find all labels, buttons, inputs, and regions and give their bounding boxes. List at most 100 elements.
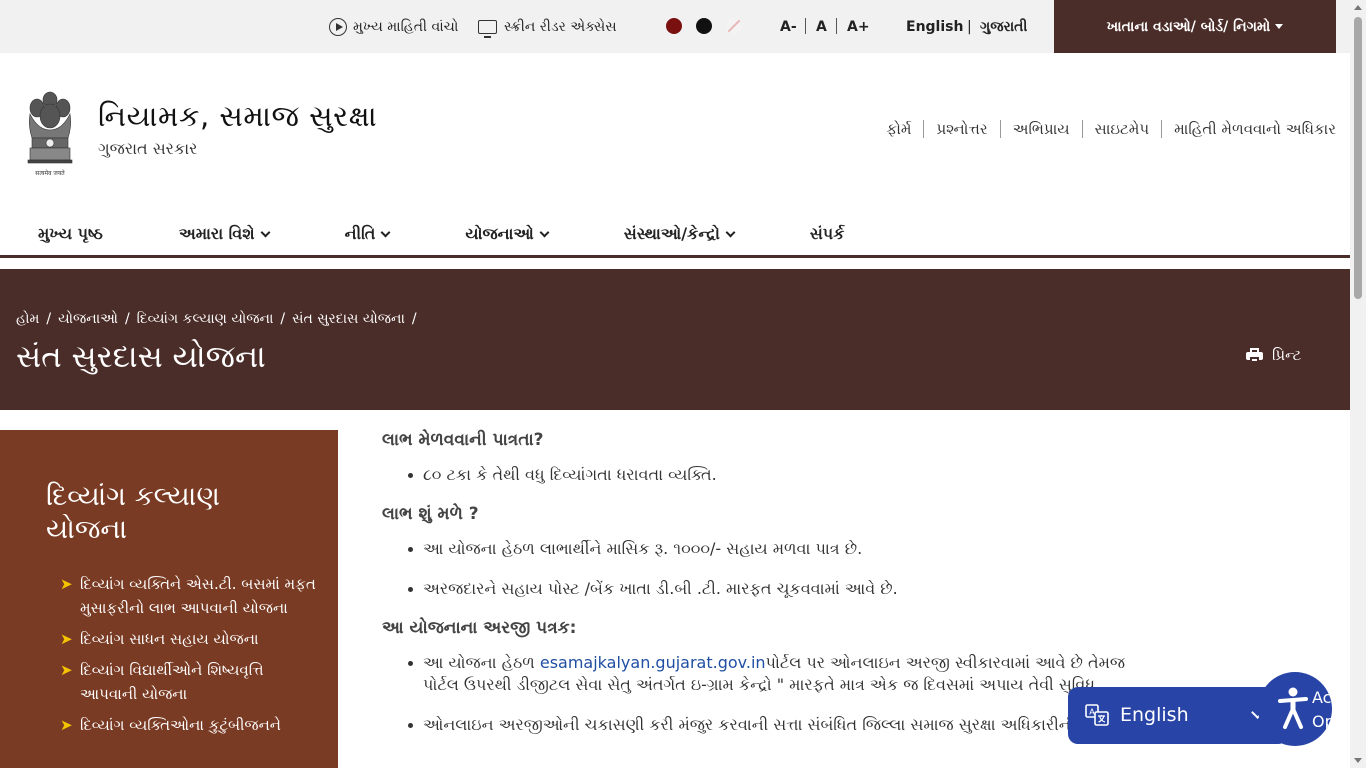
nav-home-label: મુખ્ય પૃષ્ઠ <box>38 224 103 243</box>
breadcrumb-separator: / <box>124 311 130 327</box>
application-text-prefix: આ યોજના હેઠળ <box>423 653 540 672</box>
language-separator: | <box>967 18 972 35</box>
contrast-theme-black[interactable] <box>696 18 712 34</box>
application-text-line2: પોર્ટલ ઉપરથી ડીજીટલ સેવા સેતુ અંતર્ગત ઇ-… <box>423 675 1095 694</box>
sidebar-item-label: દિવ્યાંગ સાધન સહાય યોજના <box>80 630 259 648</box>
font-normal-button[interactable]: A <box>816 0 827 53</box>
arrow-right-icon: ➤ <box>60 661 73 679</box>
nav-policy[interactable]: નીતિ <box>327 224 408 244</box>
sidebar-item-equipment-aid[interactable]: ➤ દિવ્યાંગ સાધન સહાય યોજના <box>60 627 322 651</box>
arrow-right-icon: ➤ <box>60 575 73 593</box>
accessibility-label: Ac Op <box>1312 686 1332 734</box>
language-english-link[interactable]: English <box>906 0 963 53</box>
breadcrumb-divyang-welfare[interactable]: દિવ્યાંગ કલ્યાણ યોજના <box>137 311 274 327</box>
screen-reader-label: સ્ક્રીન રીડર એક્સેસ <box>504 18 617 35</box>
breadcrumb-separator: / <box>411 311 417 327</box>
breadcrumb-separator: / <box>46 311 52 327</box>
translate-icon: A <box>1085 704 1109 726</box>
list-item: અરજદારને સહાય પોસ્ટ /બેંક ખાતા ડી.બી .ટી… <box>382 578 1282 600</box>
sidebar-title: દિવ્યાંગ કલ્યાણ યોજના <box>46 481 220 545</box>
emblem-caption: सत्यमेव जयते <box>35 169 65 177</box>
departments-dropdown-button[interactable]: ખાતાના વડાઓ/ બોર્ડ/ નિગમો <box>1054 0 1336 53</box>
breadcrumb-current: સંત સુરદાસ યોજના <box>292 311 405 327</box>
listen-label: મુખ્ય માહિતી વાંચો <box>353 18 459 35</box>
nav-institutions[interactable]: સંસ્થાઓ/કેન્દ્રો <box>606 224 752 244</box>
translate-language-selector[interactable]: A English <box>1068 687 1288 744</box>
scroll-down-arrow-icon[interactable] <box>1354 758 1362 763</box>
site-subtitle: ગુજરાત સરકાર <box>98 139 198 158</box>
sidebar-item-scholarship[interactable]: ➤ દિવ્યાંગ વિદ્યાર્થીઓને શિષ્યવૃત્તિ આપવ… <box>60 658 322 706</box>
sidebar-item-free-bus-travel[interactable]: ➤ દિવ્યાંગ વ્યક્તિને એસ.ટી. બસમાં મફત મુ… <box>60 572 322 620</box>
quick-link-rti[interactable]: માહિતી મેળવવાનો અધિકાર <box>1162 120 1336 138</box>
sidebar-item-label: દિવ્યાંગ વ્યક્તિને એસ.ટી. બસમાં મફત મુસા… <box>80 575 316 617</box>
accessibility-label-line1: Ac <box>1312 688 1332 707</box>
application-heading: આ યોજનાના અરજી પત્રક: <box>382 618 577 638</box>
arrow-right-icon: ➤ <box>60 716 73 734</box>
accessibility-options-button[interactable]: Ac Op <box>1258 672 1332 746</box>
print-label: પ્રિન્ટ <box>1272 346 1302 364</box>
nav-about[interactable]: અમારા વિશે <box>161 224 287 244</box>
font-decrease-button[interactable]: A- <box>780 0 797 53</box>
list-item: આ યોજના હેઠળ લાભાર્થીને માસિક રૂ. ૧૦૦૦/-… <box>382 538 1282 560</box>
page-banner: હોમ / યોજનાઓ / દિવ્યાંગ કલ્યાણ યોજના / સ… <box>0 269 1350 410</box>
screen-reader-access-link[interactable]: સ્ક્રીન રીડર એક્સેસ <box>478 0 617 53</box>
monitor-icon <box>478 19 497 38</box>
divider <box>836 18 837 34</box>
contrast-theme-reset[interactable] <box>726 18 742 34</box>
font-increase-button[interactable]: A+ <box>847 0 870 53</box>
translate-selected-language: English <box>1120 704 1189 726</box>
chevron-down-icon <box>725 227 736 237</box>
language-gujarati-link[interactable]: ગુજરાતી <box>980 0 1027 53</box>
nav-policy-label: નીતિ <box>344 224 376 243</box>
sidebar-item-label: દિવ્યાંગ વ્યક્તિઓના કુટુંબીજનને <box>80 716 281 734</box>
accessibility-person-icon <box>1278 687 1308 729</box>
national-emblem-logo[interactable]: सत्यमेव जयते <box>22 86 78 178</box>
site-title[interactable]: નિયામક, સમાજ સુરક્ષા <box>98 99 377 134</box>
departments-label: ખાતાના વડાઓ/ બોર્ડ/ નિગમો <box>1106 18 1271 35</box>
arrow-right-icon: ➤ <box>60 630 73 648</box>
sidebar-item-label: દિવ્યાંગ વિદ્યાર્થીઓને શિષ્યવૃત્તિ આપવાન… <box>80 661 264 703</box>
nav-contact[interactable]: સંપર્ક <box>792 224 863 244</box>
main-navigation: મુખ્ય પૃષ્ઠ અમારા વિશે નીતિ યોજનાઓ સંસ્થ… <box>20 212 902 256</box>
nav-contact-label: સંપર્ક <box>809 224 845 243</box>
quick-link-sitemap[interactable]: સાઇટમેપ <box>1083 120 1163 138</box>
quick-link-feedback[interactable]: અભિપ્રાય <box>1001 120 1083 138</box>
quick-links: ફોર્મ પ્રશ્નોત્તર અભિપ્રાય સાઇટમેપ માહિત… <box>874 120 1336 138</box>
benefit-list: આ યોજના હેઠળ લાભાર્થીને માસિક રૂ. ૧૦૦૦/-… <box>382 538 1282 600</box>
top-utility-bar: મુખ્ય માહિતી વાંચો સ્ક્રીન રીડર એક્સેસ A… <box>0 0 1350 53</box>
nav-home[interactable]: મુખ્ય પૃષ્ઠ <box>20 224 121 244</box>
nav-institutions-label: સંસ્થાઓ/કેન્દ્રો <box>623 224 720 243</box>
scroll-up-arrow-icon[interactable] <box>1354 5 1362 10</box>
breadcrumb-home[interactable]: હોમ <box>16 311 39 327</box>
contrast-theme-maroon[interactable] <box>666 18 682 34</box>
caret-down-icon <box>1275 24 1284 29</box>
nav-about-label: અમારા વિશે <box>178 224 255 243</box>
eligibility-list: ૮૦ ટકા કે તેથી વધુ દિવ્યાંગતા ધરાવતા વ્ય… <box>382 464 1282 486</box>
scheme-sidebar: દિવ્યાંગ કલ્યાણ યોજના ➤ દિવ્યાંગ વ્યક્તિ… <box>0 430 338 768</box>
print-button[interactable]: પ્રિન્ટ <box>1246 346 1301 364</box>
chevron-down-icon <box>539 227 550 237</box>
nav-divider <box>0 255 1350 258</box>
chevron-down-icon <box>380 227 391 237</box>
list-item: ૮૦ ટકા કે તેથી વધુ દિવ્યાંગતા ધરાવતા વ્ય… <box>382 464 1282 486</box>
nav-schemes[interactable]: યોજનાઓ <box>447 224 565 244</box>
breadcrumb-separator: / <box>280 311 286 327</box>
breadcrumb: હોમ / યોજનાઓ / દિવ્યાંગ કલ્યાણ યોજના / સ… <box>16 311 424 327</box>
eligibility-heading: લાભ મેળવવાની પાત્રતા? <box>382 430 544 450</box>
breadcrumb-schemes[interactable]: યોજનાઓ <box>58 311 118 327</box>
sidebar-item-family-members[interactable]: ➤ દિવ્યાંગ વ્યક્તિઓના કુટુંબીજનને <box>60 713 322 737</box>
scrollbar-thumb[interactable] <box>1354 17 1362 299</box>
listen-main-info-button[interactable]: મુખ્ય માહિતી વાંચો <box>329 0 458 53</box>
page-title: સંત સુરદાસ યોજના <box>16 339 266 375</box>
page-scrollbar[interactable] <box>1350 0 1366 768</box>
quick-link-forms[interactable]: ફોર્મ <box>874 120 925 138</box>
accessibility-label-line2: Op <box>1312 712 1332 731</box>
quick-link-faq[interactable]: પ્રશ્નોત્તર <box>924 120 1001 138</box>
application-text-suffix: પોર્ટલ પર ઓનલાઇન અરજી સ્વીકારવામાં આવે છ… <box>765 653 1126 672</box>
esamajkalyan-portal-link[interactable]: esamajkalyan.gujarat.gov.in <box>540 653 766 672</box>
nav-schemes-label: યોજનાઓ <box>465 224 534 243</box>
chevron-down-icon <box>260 227 271 237</box>
benefit-heading: લાભ શું મળે ? <box>382 504 479 524</box>
play-icon <box>329 17 347 36</box>
printer-icon <box>1246 348 1263 363</box>
